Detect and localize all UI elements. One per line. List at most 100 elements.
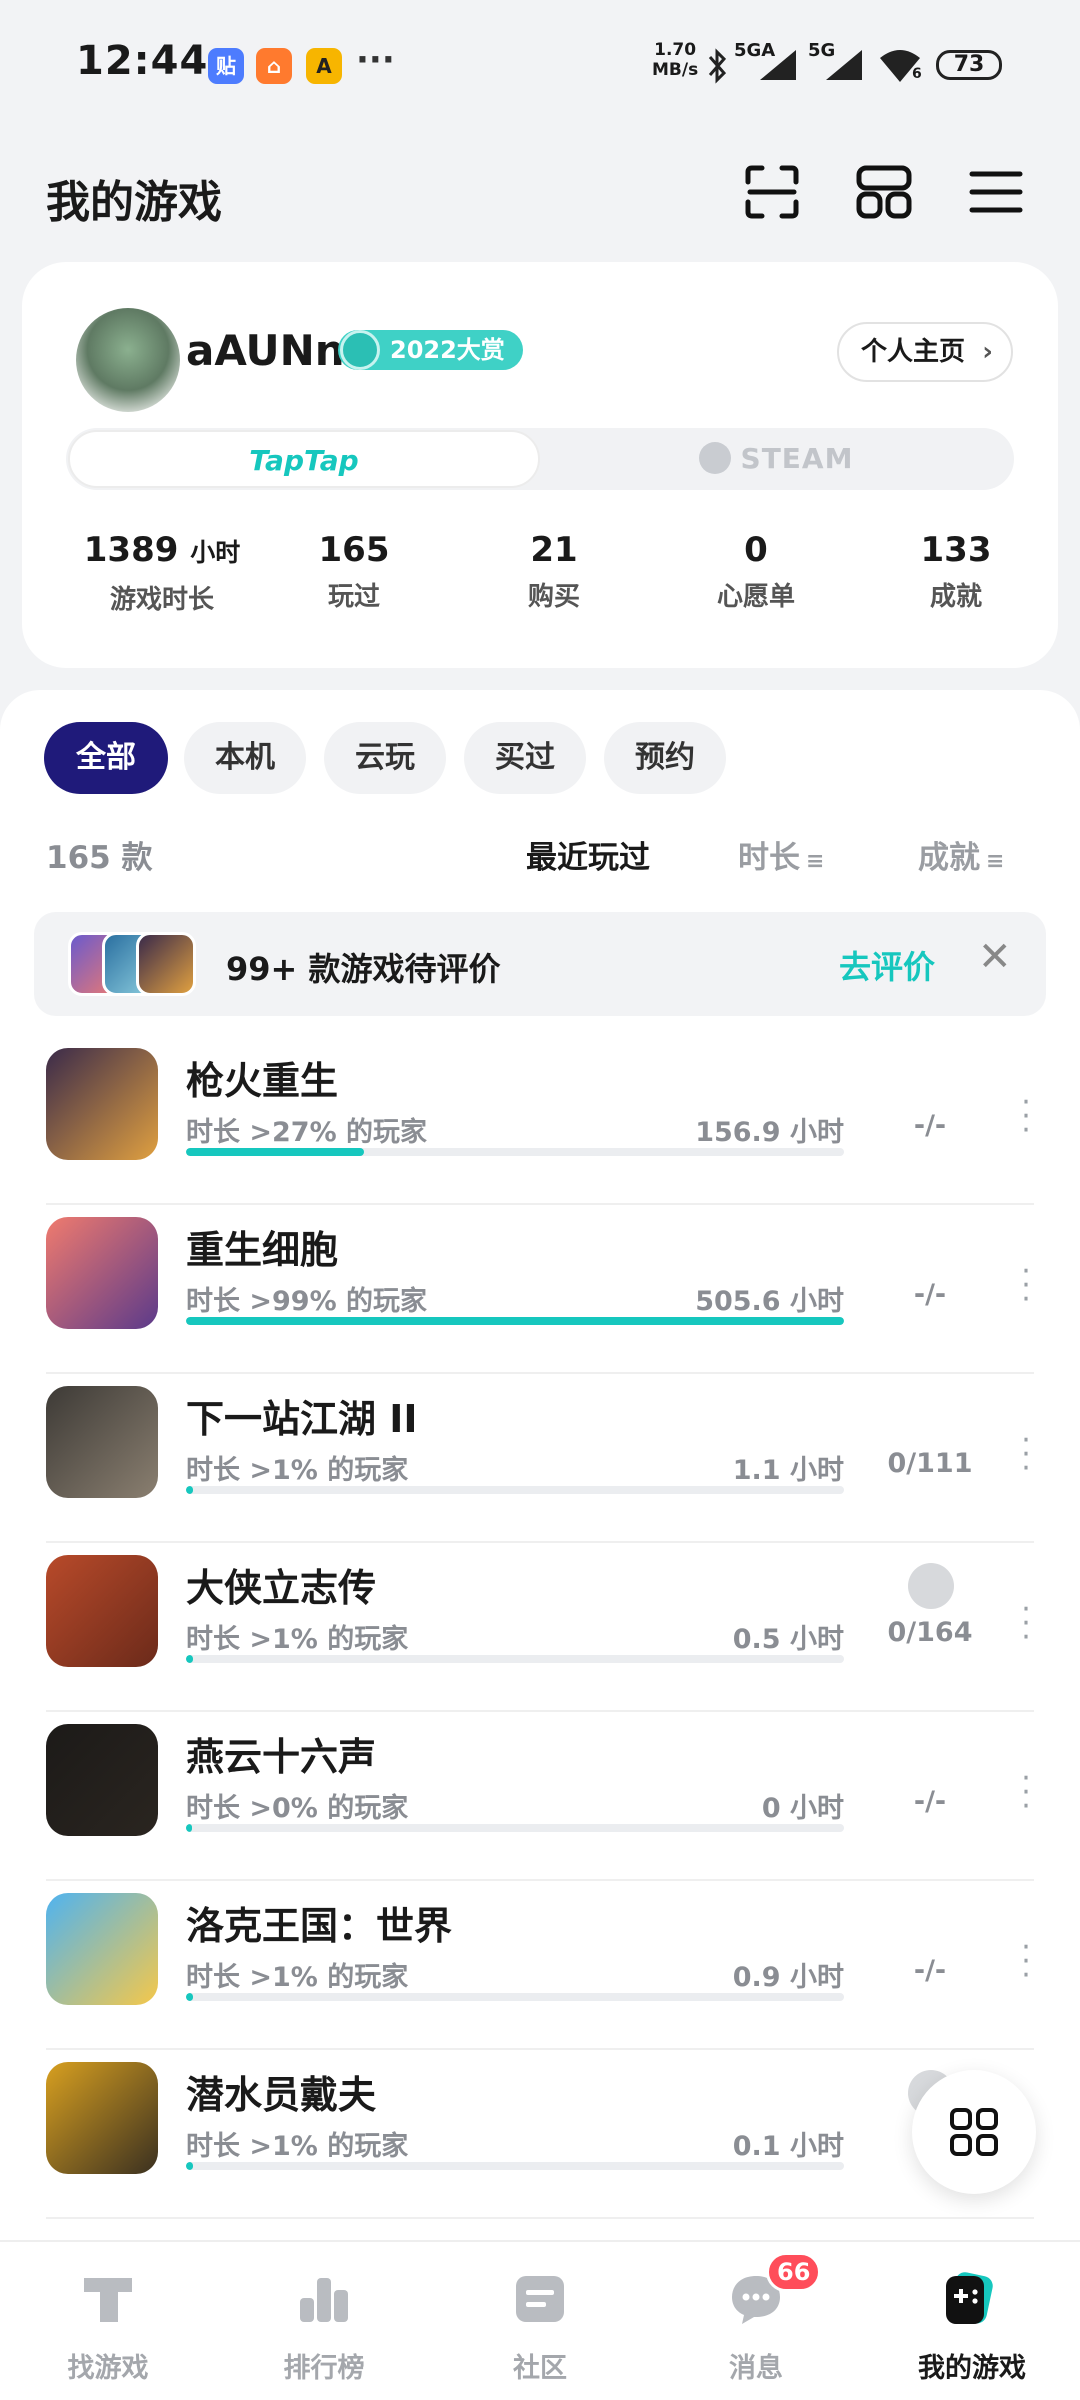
sort-time[interactable]: 时长 ≡ <box>738 832 824 877</box>
tab-steam[interactable]: STEAM <box>540 430 1012 488</box>
more-options-icon[interactable]: ··· <box>1014 1933 1038 1991</box>
game-row[interactable]: 洛克王国：世界 时长 >1% 的玩家 0.9 小时 -/- · · · <box>0 1881 1080 2050</box>
nav-community[interactable]: 社区 <box>432 2242 648 2400</box>
filter-local[interactable]: 本机 <box>184 722 306 794</box>
game-row[interactable]: 大侠立志传 时长 >1% 的玩家 0.5 小时 0/164 · · · <box>0 1543 1080 1712</box>
more-options-icon[interactable]: ··· <box>1014 1257 1038 1315</box>
stat-label: 购买 <box>527 582 580 612</box>
award-label: 2022大赏 <box>390 336 505 364</box>
sort-icon: ≡ <box>986 849 1005 874</box>
game-playtime-percentile: 时长 >1% 的玩家 <box>186 2131 409 2162</box>
stat-purchased[interactable]: 21 购买 <box>454 528 654 613</box>
stat-achievements[interactable]: 133 成就 <box>856 528 1056 613</box>
game-hours: 0.1 小时 <box>732 2131 844 2162</box>
game-achievements: -/- <box>913 1110 947 1141</box>
filter-purchased[interactable]: 买过 <box>464 722 586 794</box>
more-notifications-icon: ··· <box>356 40 395 80</box>
playtime-progress-bar <box>186 2162 844 2170</box>
game-count: 165 款 <box>46 840 153 876</box>
menu-icon[interactable] <box>966 162 1026 222</box>
game-thumb-icon <box>136 932 196 996</box>
network-speed-value: 1.70 <box>654 40 697 60</box>
stat-unit: 小时 <box>190 538 241 567</box>
playtime-progress-bar <box>186 1317 844 1325</box>
playtime-progress-fill <box>186 1317 844 1325</box>
playtime-progress-fill <box>186 1993 193 2001</box>
filter-cloud[interactable]: 云玩 <box>324 722 446 794</box>
game-hours: 1.1 小时 <box>732 1455 844 1486</box>
more-options-icon[interactable]: ··· <box>1014 1764 1038 1822</box>
profile-card: aAUNn 2022大赏 个人主页 › TapTap STEAM 1389 小时… <box>22 262 1058 668</box>
trophy-icon <box>908 1563 954 1609</box>
game-hours: 505.6 小时 <box>695 1286 844 1317</box>
more-options-icon[interactable]: ··· <box>1014 1426 1038 1484</box>
game-hours: 0 小时 <box>761 1793 844 1824</box>
game-icon[interactable] <box>46 1724 158 1836</box>
filter-reserved[interactable]: 预约 <box>604 722 726 794</box>
layout-icon[interactable] <box>854 162 914 222</box>
stat-label: 游戏时长 <box>109 585 214 615</box>
game-row[interactable]: 重生细胞 时长 >99% 的玩家 505.6 小时 -/- · · · <box>0 1205 1080 1374</box>
game-row[interactable]: 枪火重生 时长 >27% 的玩家 156.9 小时 -/- · · · <box>0 1036 1080 1205</box>
game-row[interactable]: 燕云十六声 时长 >0% 的玩家 0 小时 -/- · · · <box>0 1712 1080 1881</box>
profile-home-button[interactable]: 个人主页 › <box>837 322 1013 382</box>
game-playtime-percentile: 时长 >0% 的玩家 <box>186 1793 409 1824</box>
community-icon <box>516 2276 564 2322</box>
stat-played[interactable]: 165 玩过 <box>254 528 454 613</box>
playtime-progress-bar <box>186 1993 844 2001</box>
stat-label: 玩过 <box>327 582 380 612</box>
game-icon[interactable] <box>46 2062 158 2174</box>
filter-all[interactable]: 全部 <box>44 722 168 794</box>
playtime-progress-bar <box>186 1655 844 1663</box>
game-hours: 156.9 小时 <box>695 1117 844 1148</box>
ranking-icon <box>300 2278 348 2322</box>
game-icon[interactable] <box>46 1893 158 2005</box>
game-achievements: -/- <box>913 1955 947 1986</box>
avatar[interactable] <box>76 308 180 412</box>
game-hours: 0.9 小时 <box>732 1962 844 1993</box>
profile-home-label: 个人主页 <box>861 337 966 367</box>
game-achievements: -/- <box>913 1786 947 1817</box>
grid-icon <box>950 2108 998 2156</box>
network-speed: 1.70 MB/s <box>652 40 698 80</box>
game-icon[interactable] <box>46 1555 158 1667</box>
signal-icon <box>760 50 796 80</box>
game-icon[interactable] <box>46 1217 158 1329</box>
stat-value: 21 <box>530 530 578 570</box>
platform-toggle: TapTap STEAM <box>66 428 1014 490</box>
playtime-progress-fill <box>186 1148 364 1156</box>
playtime-progress-bar <box>186 1148 844 1156</box>
game-playtime-percentile: 时长 >1% 的玩家 <box>186 1455 409 1486</box>
close-icon[interactable]: ✕ <box>978 934 1012 980</box>
nav-find-game[interactable]: 找游戏 <box>0 2242 216 2400</box>
review-action-button[interactable]: 去评价 <box>839 942 935 988</box>
tab-taptap[interactable]: TapTap <box>68 430 540 488</box>
sort-achievement[interactable]: 成就 ≡ <box>918 832 1004 877</box>
sort-recent[interactable]: 最近玩过 <box>526 832 650 877</box>
nav-my-games[interactable]: 我的游戏 <box>864 2242 1080 2400</box>
game-icon[interactable] <box>46 1048 158 1160</box>
review-banner[interactable]: 99+ 款游戏待评价 去评价 ✕ <box>34 912 1046 1016</box>
playtime-progress-bar <box>186 1486 844 1494</box>
game-row[interactable]: 下一站江湖 II 时长 >1% 的玩家 1.1 小时 0/111 · · · <box>0 1374 1080 1543</box>
game-playtime-percentile: 时长 >1% 的玩家 <box>186 1962 409 1993</box>
game-list-panel: 全部 本机 云玩 买过 预约 165 款 最近玩过 时长 ≡ 成就 ≡ 99+ 款游… <box>0 690 1080 2240</box>
scan-icon[interactable] <box>742 162 802 222</box>
stat-playtime[interactable]: 1389 小时 游戏时长 <box>62 528 262 616</box>
stat-wishlist[interactable]: 0 心愿单 <box>656 528 856 613</box>
stat-value: 165 <box>318 530 390 570</box>
more-options-icon[interactable]: ··· <box>1014 1088 1038 1146</box>
game-name: 潜水员戴夫 <box>186 2073 377 2117</box>
stat-value: 0 <box>744 530 768 570</box>
more-options-icon[interactable]: ··· <box>1014 1595 1038 1653</box>
tab-steam-label: STEAM <box>740 442 854 475</box>
game-icon[interactable] <box>46 1386 158 1498</box>
sort-achievement-label: 成就 <box>918 840 980 876</box>
playtime-progress-fill <box>186 1824 192 1832</box>
nav-messages[interactable]: 66 消息 <box>648 2242 864 2400</box>
award-badge[interactable]: 2022大赏 <box>338 330 523 370</box>
grid-view-button[interactable] <box>912 2070 1036 2194</box>
battery-indicator: 73 <box>936 50 1002 80</box>
nav-label: 社区 <box>513 2353 567 2384</box>
nav-ranking[interactable]: 排行榜 <box>216 2242 432 2400</box>
